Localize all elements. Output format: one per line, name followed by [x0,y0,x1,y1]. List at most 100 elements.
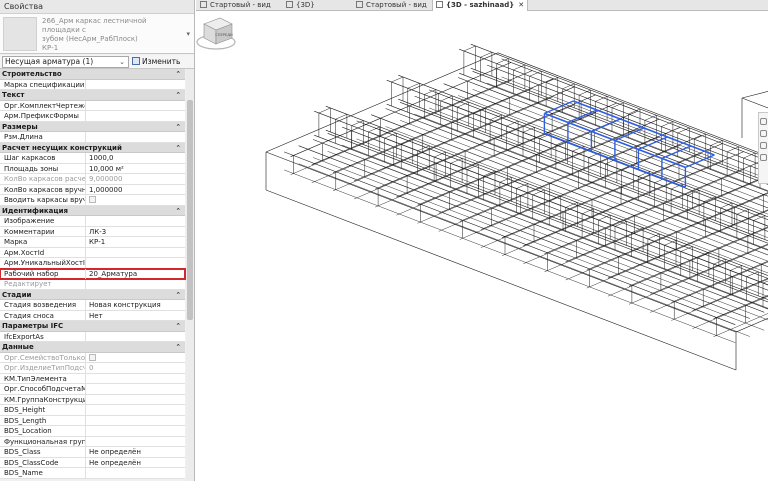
property-row[interactable]: КолВо каркасов вручную1,000000 [0,184,185,195]
property-group-header[interactable]: Размеры ⌃ [0,121,185,133]
property-value[interactable] [87,405,185,415]
property-value[interactable] [87,80,185,90]
3d-viewport[interactable]: СПЕРЕДИ [196,12,768,481]
close-icon[interactable]: ✕ [518,1,524,9]
property-group-header[interactable]: Расчет несущих конструкций ⌃ [0,142,185,154]
property-row[interactable]: Площадь зоны 10,000 м² [0,163,185,174]
property-value[interactable]: 1,000000 [87,185,185,195]
property-row[interactable]: IfcExportAs [0,331,185,342]
type-selector[interactable]: 266_Арм каркас лестничной площадки с зуб… [0,14,194,54]
instance-filter-row: Несущая арматура (1) ⌄ Изменить тип [0,55,194,78]
property-row[interactable]: Марка КР-1 [0,237,185,248]
property-value[interactable] [87,216,185,226]
property-row[interactable]: Вводить каркасы вручн... [0,195,185,206]
property-value[interactable] [87,426,185,436]
property-value[interactable]: 1000,0 [87,153,185,163]
property-value[interactable] [87,416,185,426]
collapse-icon[interactable]: ⌃ [176,206,181,217]
property-value[interactable]: КР-1 [87,237,185,247]
property-row[interactable]: Орг.СемействоТолькоВ... [0,352,185,363]
collapse-icon[interactable]: ⌃ [176,143,181,154]
collapse-icon[interactable]: ⌃ [176,69,181,80]
property-row[interactable]: Арм.ПрефиксФормы [0,111,185,122]
property-row[interactable]: Марка спецификации [0,79,185,90]
chevron-down-icon[interactable]: ▾ [186,30,190,38]
property-row[interactable]: КМ.ГруппаКонструкций [0,394,185,405]
property-checkbox[interactable] [89,353,96,361]
property-row[interactable]: BDS_Length [0,415,185,426]
collapse-icon[interactable]: ⌃ [176,290,181,301]
property-value[interactable]: 20_Арматура [87,269,185,279]
property-value[interactable] [87,353,185,363]
property-value[interactable]: Не определён [87,458,185,468]
collapse-icon[interactable]: ⌃ [176,342,181,353]
property-value[interactable]: 9,000000 [87,174,185,184]
steering-wheel-icon[interactable] [760,118,767,125]
property-value[interactable] [87,437,185,447]
property-row-highlighted[interactable]: Рабочий набор 20_Арматура [0,267,186,280]
property-row[interactable]: Стадия сноса Нет [0,310,185,321]
property-row[interactable]: Орг.СпособПодсчетаМ... [0,384,185,395]
property-row[interactable]: Редактирует [0,279,185,290]
property-group-label: Данные [2,343,34,351]
property-row[interactable]: BDS_ClassCode Не определён [0,457,185,468]
property-value[interactable] [87,111,185,121]
property-row[interactable]: Рзм.Длина [0,132,185,143]
property-value[interactable]: Нет [87,311,185,321]
collapse-icon[interactable]: ⌃ [176,321,181,332]
property-value[interactable] [87,374,185,384]
property-row[interactable]: Стадия возведения Новая конструкция [0,300,185,311]
property-value[interactable]: Новая конструкция [87,300,185,310]
property-row[interactable]: Орг.КомплектЧертежей [0,100,185,111]
property-value[interactable] [87,101,185,111]
property-group-header[interactable]: Параметры IFC ⌃ [0,321,185,332]
orbit-icon[interactable] [760,154,767,161]
property-checkbox[interactable] [89,196,96,203]
property-value[interactable] [87,468,185,478]
property-value[interactable]: ЛК-3 [87,227,185,237]
property-row[interactable]: Орг.ИзделиеТипПодсче...0 [0,363,185,374]
view-tab[interactable]: Стартовый - вид [200,0,271,11]
property-group-header[interactable]: Стадии ⌃ [0,289,185,301]
property-row[interactable]: Арм.УникальныйХостId [0,258,185,269]
property-row[interactable]: BDS_Height [0,405,185,416]
property-row[interactable]: BDS_Location [0,426,185,437]
property-row[interactable]: КМ.ТипЭлемента [0,373,185,384]
view-tab[interactable]: Стартовый - вид [356,0,427,11]
property-value[interactable] [87,395,185,405]
property-row[interactable]: Комментарии ЛК-3 [0,226,185,237]
property-group-header[interactable]: Строительство ⌃ [0,69,185,80]
collapse-icon[interactable]: ⌃ [176,90,181,101]
property-value[interactable] [87,258,185,268]
instance-filter-select[interactable]: Несущая арматура (1) ⌄ [2,56,129,68]
property-value[interactable]: 0 [87,363,185,373]
property-row[interactable]: Функциональная групп... [0,436,185,447]
view-tab[interactable]: {3D - sazhinaad} ✕ [432,0,529,11]
collapse-icon[interactable]: ⌃ [176,122,181,133]
property-row[interactable]: Изображение [0,216,185,227]
property-value[interactable] [87,132,185,142]
property-row[interactable]: BDS_Class Не определён [0,447,185,458]
property-row[interactable]: Арм.ХостId [0,247,185,258]
zoom-icon[interactable] [760,130,767,137]
property-value[interactable] [87,332,185,342]
property-group-header[interactable]: Текст ⌃ [0,90,185,101]
property-value[interactable] [87,195,185,205]
property-row[interactable]: Шаг каркасов 1000,0 [0,153,185,164]
properties-scrollbar-thumb[interactable] [187,100,193,320]
view-tab[interactable]: {3D} [286,0,315,11]
property-row[interactable]: BDS_Name [0,468,185,479]
pan-icon[interactable] [760,142,767,149]
navigation-bar[interactable] [758,112,768,184]
property-value[interactable]: Не определён [87,447,185,457]
edit-type-button[interactable]: Изменить тип [132,56,194,78]
property-value[interactable] [87,279,185,289]
property-row[interactable]: КолВо каркасов расчет...9,000000 [0,174,185,185]
viewcube-icon[interactable]: СПЕРЕДИ [196,12,236,54]
property-value[interactable] [87,248,185,258]
property-value[interactable] [87,384,185,394]
property-group-header[interactable]: Данные ⌃ [0,342,185,353]
rebar-model-wireframe[interactable] [196,12,768,481]
property-value[interactable]: 10,000 м² [87,164,185,174]
property-group-header[interactable]: Идентификация ⌃ [0,205,185,217]
